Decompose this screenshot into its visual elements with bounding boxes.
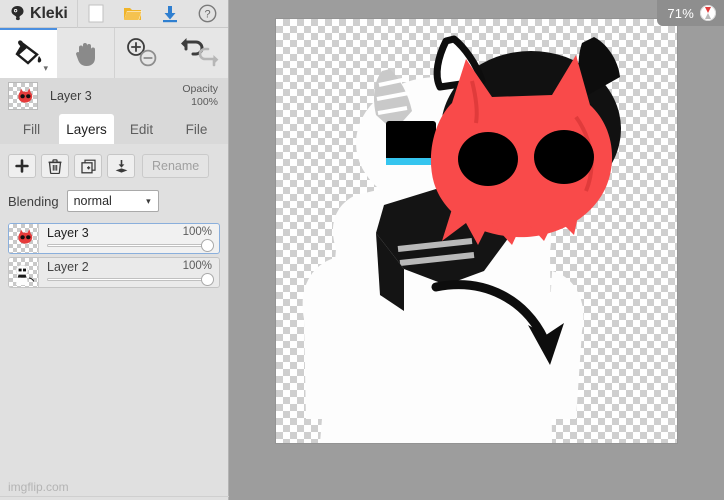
kleki-squid-logo bbox=[11, 5, 24, 21]
layer-name: Layer 2 bbox=[47, 260, 89, 274]
delete-layer-button[interactable] bbox=[41, 154, 69, 178]
question-circle-icon: ? bbox=[198, 4, 217, 23]
app-title: Kleki bbox=[30, 4, 68, 22]
app-toolbar: Kleki ? bbox=[0, 0, 228, 28]
layer-opacity-knob[interactable] bbox=[201, 239, 214, 252]
paint-bucket-icon bbox=[14, 40, 41, 65]
svg-text:?: ? bbox=[204, 9, 210, 21]
merge-down-button[interactable] bbox=[107, 154, 135, 178]
left-panel: Kleki ? ▾ Layer 3 Opacity 100% Fill Laye… bbox=[0, 0, 229, 500]
layer-thumbnail bbox=[9, 224, 39, 253]
hand-icon bbox=[75, 43, 95, 66]
blending-value: normal bbox=[73, 194, 112, 208]
blending-label: Blending bbox=[8, 193, 59, 209]
new-page-icon bbox=[88, 4, 104, 23]
merge-down-icon bbox=[115, 159, 127, 173]
duplicate-layer-icon bbox=[80, 159, 96, 173]
active-layer-thumbnail bbox=[8, 82, 38, 110]
app-brand: Kleki bbox=[0, 0, 77, 27]
layer-action-bar: Rename bbox=[8, 154, 220, 178]
tab-fill[interactable]: Fill bbox=[4, 114, 59, 144]
layers-panel: Rename Blending normal ▾ Layer 3 100% La… bbox=[0, 144, 228, 500]
opacity-label: Opacity bbox=[182, 83, 218, 95]
layer-item-layer-3[interactable]: Layer 3 100% bbox=[8, 223, 220, 254]
add-layer-button[interactable] bbox=[8, 154, 36, 178]
panel-tabs: Fill Layers Edit File bbox=[0, 114, 228, 144]
layer-row-body: Layer 2 100% bbox=[39, 258, 219, 287]
blending-select[interactable]: normal ▾ bbox=[66, 190, 159, 212]
undo-arrow-icon bbox=[181, 38, 204, 56]
layer-opacity-value: 100% bbox=[182, 226, 212, 238]
layer-thumbnail bbox=[9, 258, 39, 287]
redo-arrow-icon bbox=[198, 47, 219, 67]
chevron-down-icon: ▾ bbox=[146, 195, 151, 206]
thumbnail-white-creature bbox=[15, 263, 35, 285]
layer-item-layer-2[interactable]: Layer 2 100% bbox=[8, 257, 220, 288]
tab-layers[interactable]: Layers bbox=[59, 114, 114, 144]
tab-edit[interactable]: Edit bbox=[114, 114, 169, 144]
undo-redo-group[interactable] bbox=[172, 28, 228, 78]
active-layer-name: Layer 3 bbox=[50, 89, 92, 103]
layer-name: Layer 3 bbox=[47, 226, 89, 240]
blending-row: Blending normal ▾ bbox=[8, 190, 220, 212]
artwork-content bbox=[302, 35, 621, 443]
zoom-tool-group[interactable] bbox=[115, 28, 172, 78]
active-layer-summary: Layer 3 Opacity 100% bbox=[0, 78, 228, 114]
undo-redo-icon bbox=[181, 38, 219, 67]
zoom-in-icon bbox=[126, 38, 145, 56]
zoom-in-out-icon bbox=[126, 38, 156, 67]
zoom-out-icon bbox=[139, 49, 156, 67]
rename-layer-button[interactable]: Rename bbox=[142, 154, 210, 178]
download-button[interactable] bbox=[152, 0, 189, 28]
zoom-indicator[interactable]: 71% bbox=[657, 0, 724, 26]
compass-icon[interactable] bbox=[700, 5, 716, 21]
layer-opacity-knob[interactable] bbox=[201, 273, 214, 286]
canvas-viewport[interactable]: 71% bbox=[229, 0, 724, 500]
hand-tool-button[interactable] bbox=[57, 28, 114, 78]
layer-opacity-value: 100% bbox=[182, 260, 212, 272]
duplicate-layer-button[interactable] bbox=[74, 154, 102, 178]
tab-file[interactable]: File bbox=[169, 114, 224, 144]
layer-opacity-slider[interactable] bbox=[47, 278, 212, 281]
tool-row: ▾ bbox=[0, 28, 228, 78]
imgflip-watermark: imgflip.com bbox=[8, 480, 69, 494]
thumbnail-red-cat bbox=[18, 88, 33, 103]
fill-tool-button[interactable]: ▾ bbox=[0, 28, 57, 78]
layer-list: Layer 3 100% Layer 2 100% bbox=[8, 223, 220, 288]
drawing-canvas[interactable] bbox=[276, 19, 677, 443]
help-button[interactable]: ? bbox=[189, 0, 226, 28]
kleki-app-window: 71% Kleki ? ▾ Layer 3 Opacity 100% Fill … bbox=[0, 0, 724, 500]
layer-opacity-slider[interactable] bbox=[47, 244, 212, 247]
zoom-level-text: 71% bbox=[667, 5, 694, 21]
layer-row-body: Layer 3 100% bbox=[39, 224, 219, 253]
plus-icon bbox=[15, 159, 29, 173]
download-arrow-icon bbox=[163, 5, 178, 22]
new-file-button[interactable] bbox=[78, 0, 115, 28]
trash-icon bbox=[48, 158, 62, 174]
red-cat-mask bbox=[430, 35, 621, 245]
panel-bottom-strip bbox=[0, 496, 229, 500]
open-file-button[interactable] bbox=[115, 0, 152, 28]
thumbnail-red-cat bbox=[18, 229, 33, 244]
active-layer-opacity: Opacity 100% bbox=[182, 83, 218, 109]
folder-open-icon bbox=[124, 8, 143, 20]
opacity-value: 100% bbox=[191, 96, 218, 108]
chevron-down-icon[interactable]: ▾ bbox=[43, 64, 48, 73]
